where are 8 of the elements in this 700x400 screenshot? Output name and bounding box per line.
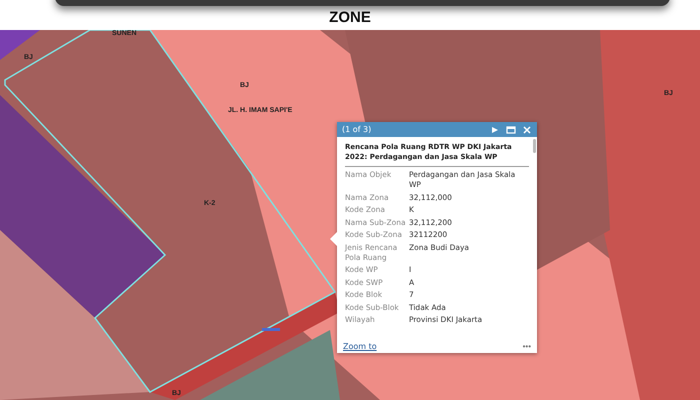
play-icon[interactable] [490,124,500,134]
maximize-icon[interactable] [506,124,516,134]
zoom-to-link[interactable]: Zoom to [343,342,377,350]
scrollbar-thumb[interactable] [533,139,536,153]
feature-counter: (1 of 3) [342,125,372,134]
page-title: ZONE [329,9,371,26]
more-button[interactable]: ••• [522,342,531,350]
close-icon[interactable] [522,124,532,134]
